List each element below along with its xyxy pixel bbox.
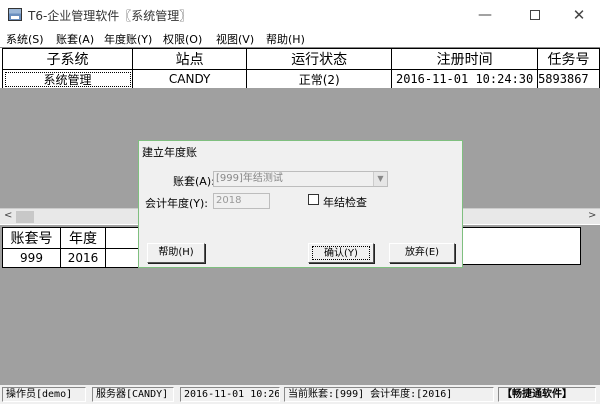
account-label: 账套(A): [173, 175, 215, 188]
status-brand: 【畅捷通软件】 [498, 387, 596, 402]
scroll-left-icon[interactable]: < [4, 210, 12, 221]
cell-account-no[interactable]: 999 [2, 248, 61, 268]
account-select-value: [999]年结测试 [216, 173, 283, 184]
app-icon [8, 8, 22, 21]
header-subsystem[interactable]: 子系统 [1, 48, 134, 70]
cell-subsystem[interactable]: 系统管理 [1, 69, 134, 89]
create-annual-account-dialog: 建立年度账 账套(A): [999]年结测试 ▼ 会计年度(Y): 2018 年… [138, 140, 463, 268]
menu-permission[interactable]: 权限(O) [163, 31, 202, 47]
fiscal-year-label: 会计年度(Y): [145, 197, 209, 210]
ok-button[interactable]: 确认(Y) [308, 243, 374, 263]
header-register-time[interactable]: 注册时间 [391, 48, 539, 70]
maximize-button[interactable] [512, 0, 558, 30]
minimize-button[interactable]: — [462, 0, 508, 30]
ok-button-label: 确认(Y) [324, 248, 358, 259]
header-task-id[interactable]: 任务号 [537, 48, 600, 70]
cell-site[interactable]: CANDY [132, 69, 248, 89]
help-button[interactable]: 帮助(H) [147, 243, 205, 263]
status-current-account: 当前账套:[999] 会计年度:[2016] [284, 387, 494, 402]
cancel-button[interactable]: 放弃(E) [389, 243, 455, 263]
menu-view[interactable]: 视图(V) [216, 31, 254, 47]
table-fill [460, 227, 581, 265]
close-icon: ✕ [572, 6, 586, 24]
header-account-no[interactable]: 账套号 [2, 227, 61, 249]
minimize-icon: — [478, 7, 492, 23]
status-datetime: 2016-11-01 10:26 [180, 387, 280, 402]
table-row[interactable]: 系统管理 CANDY 正常(2) 2016-11-01 10:24:30 589… [1, 69, 600, 89]
cell-run-status[interactable]: 正常(2) [246, 69, 393, 89]
cell-year[interactable]: 2016 [60, 248, 106, 268]
cancel-button-label: 放弃(E) [404, 247, 440, 258]
scroll-thumb[interactable] [16, 211, 34, 223]
title-bar: T6-企业管理软件〖系统管理〗 — ✕ [0, 0, 600, 30]
menu-help[interactable]: 帮助(H) [266, 31, 305, 47]
header-site[interactable]: 站点 [132, 48, 248, 70]
menu-annual-account[interactable]: 年度账(Y) [104, 31, 152, 47]
dialog-title: 建立年度账 [142, 146, 197, 159]
year-end-check-checkbox[interactable] [308, 194, 319, 205]
help-button-label: 帮助(H) [158, 247, 194, 258]
year-end-check-label[interactable]: 年结检查 [323, 194, 367, 210]
header-year[interactable]: 年度 [60, 227, 106, 249]
subsystem-grid: 子系统 站点 运行状态 注册时间 任务号 系统管理 CANDY 正常(2) 20… [0, 47, 600, 89]
header-run-status[interactable]: 运行状态 [246, 48, 393, 70]
table-header-row: 子系统 站点 运行状态 注册时间 任务号 [1, 48, 600, 70]
account-select[interactable]: [999]年结测试 ▼ [213, 171, 388, 187]
status-bar: 操作员[demo] 服务器[CANDY] 2016-11-01 10:26 当前… [0, 385, 600, 404]
menu-account[interactable]: 账套(A) [56, 31, 94, 47]
window-title: T6-企业管理软件〖系统管理〗 [28, 9, 192, 23]
cell-task-id[interactable]: 5893867 [537, 69, 600, 89]
close-button[interactable]: ✕ [556, 0, 600, 30]
cell-register-time[interactable]: 2016-11-01 10:24:30 [391, 69, 539, 89]
fiscal-year-input[interactable]: 2018 [213, 193, 270, 209]
scroll-right-icon[interactable]: > [588, 210, 596, 221]
subsystem-table: 子系统 站点 运行状态 注册时间 任务号 系统管理 CANDY 正常(2) 20… [1, 48, 600, 89]
menu-system[interactable]: 系统(S) [6, 31, 44, 47]
chevron-down-icon[interactable]: ▼ [373, 172, 387, 186]
maximize-icon [530, 10, 540, 20]
status-operator: 操作员[demo] [2, 387, 86, 402]
status-server: 服务器[CANDY] [92, 387, 174, 402]
menu-bar: 系统(S) 账套(A) 年度账(Y) 权限(O) 视图(V) 帮助(H) [0, 30, 600, 46]
